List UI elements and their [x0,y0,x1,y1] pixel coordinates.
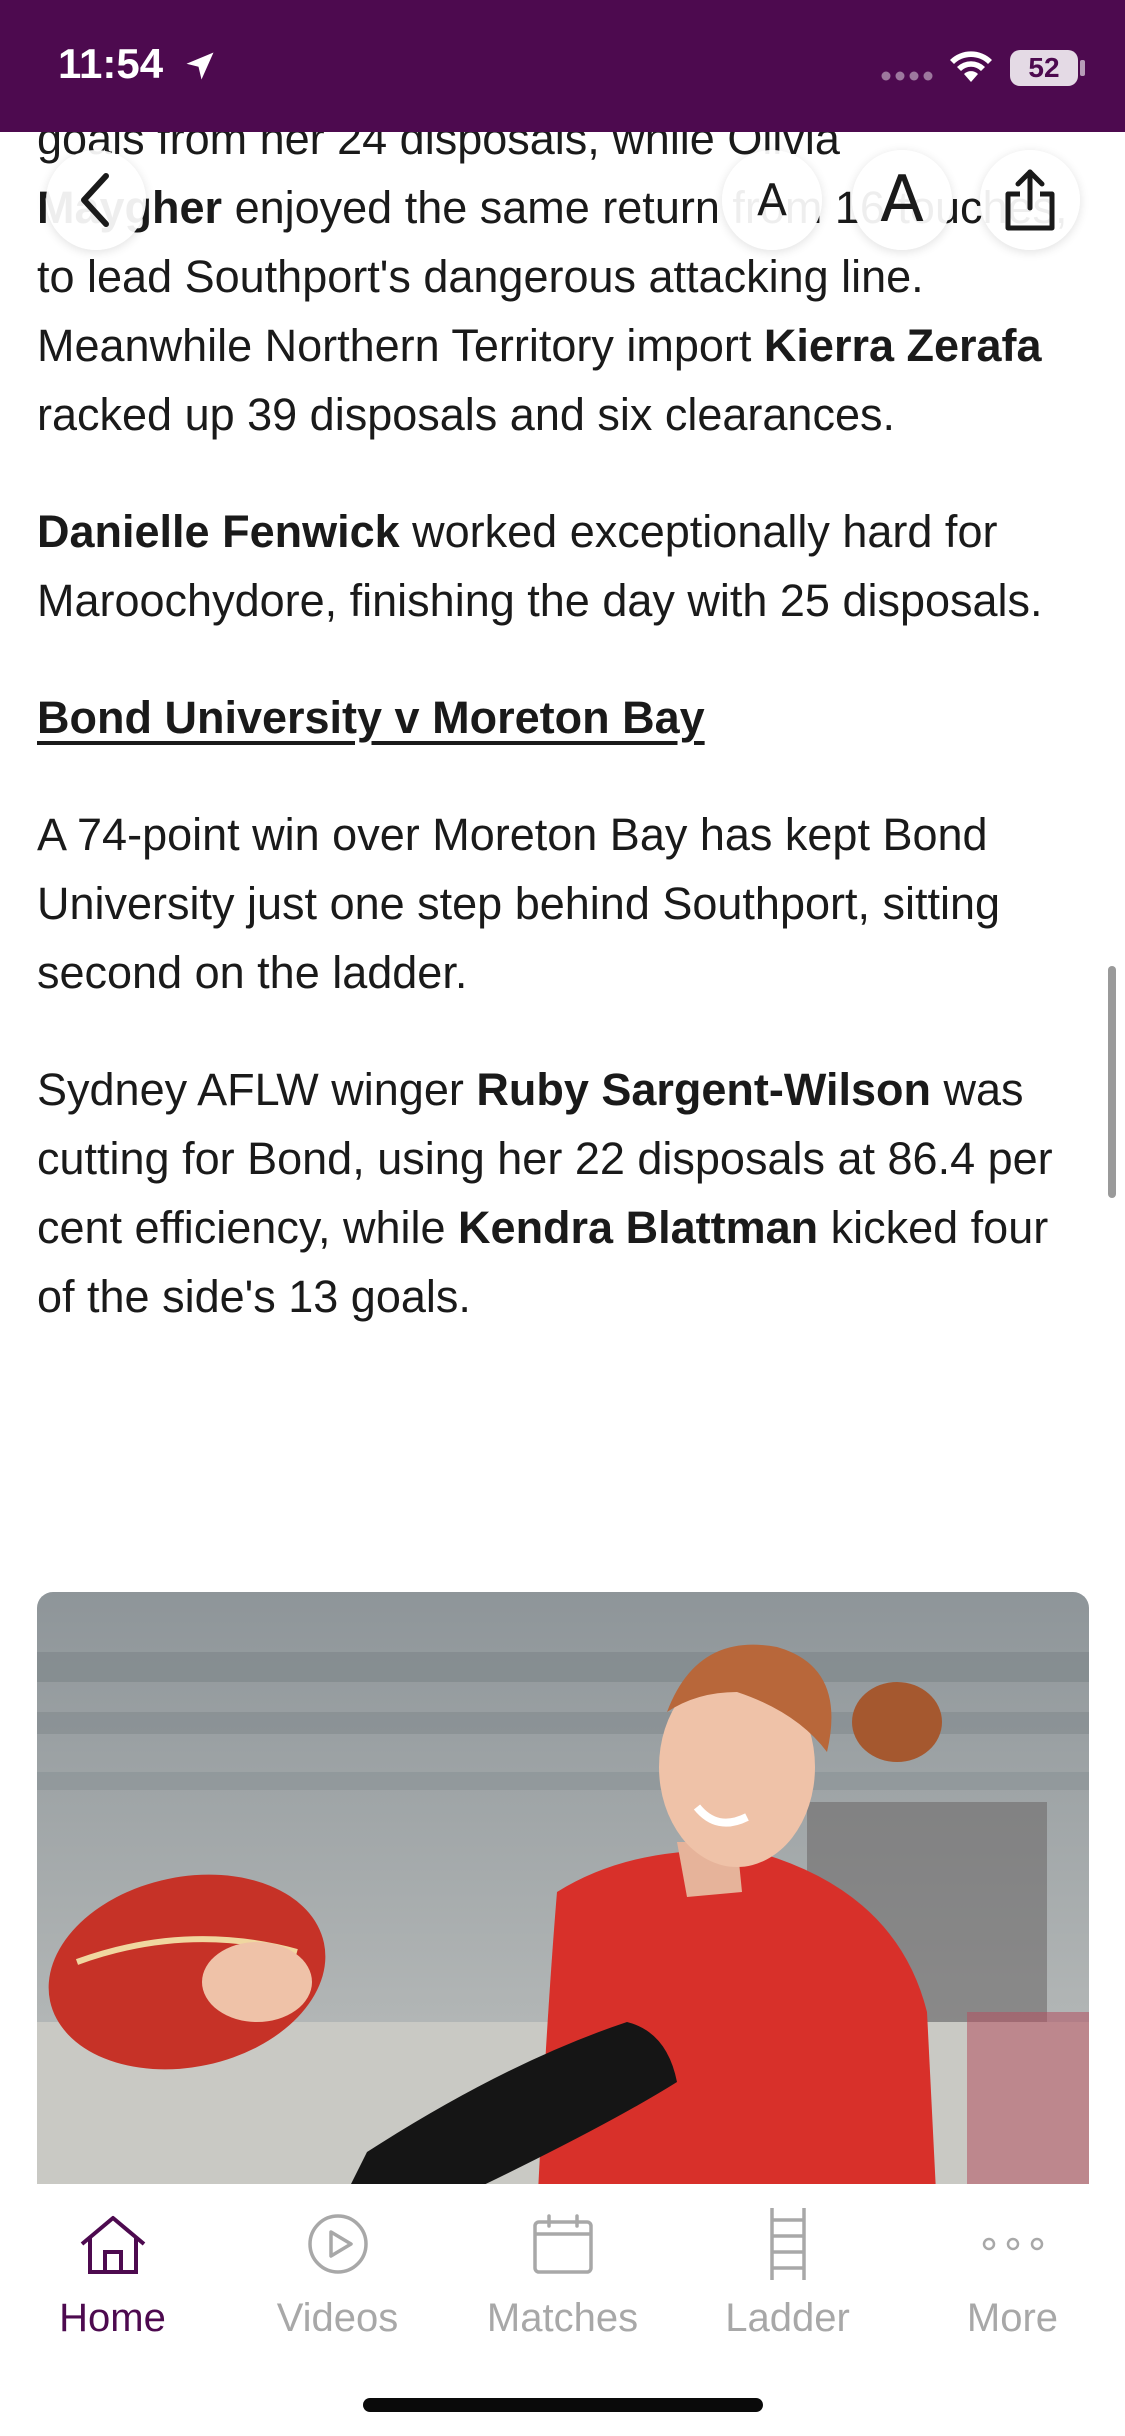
paragraph-text: Sydney AFLW winger [37,1064,477,1115]
match-subheading[interactable]: Bond University v Moreton Bay [37,683,1087,752]
font-increase-button[interactable]: A [852,150,952,250]
player-name: Danielle Fenwick [37,506,400,557]
article-paragraph: A 74-point win over Moreton Bay has kept… [37,809,1001,998]
home-indicator[interactable] [363,2398,763,2412]
more-icon [982,2237,1043,2251]
tab-matches-label: Matches [486,2296,639,2340]
calendar-icon [532,2214,593,2274]
tab-ladder[interactable]: Ladder [675,2204,900,2354]
share-button[interactable] [980,150,1080,250]
tab-home-label: Home [59,2296,166,2340]
article-paragraph: Danielle Fenwick worked exceptionally ha… [37,497,1087,635]
location-arrow-icon [186,52,214,80]
player-name: Ruby Sargent-Wilson [476,1064,931,1115]
status-bar: 11:54 52 [0,0,1125,132]
article-photo [37,1592,1089,2184]
share-icon [1005,169,1055,231]
player-name: Kendra Blattman [458,1202,819,1253]
play-icon [307,2214,368,2274]
article-body: goals from her 24 disposals, while Olivi… [37,132,1087,1379]
scrollbar[interactable] [1108,966,1116,1198]
tab-more-label: More [966,2296,1059,2340]
font-decrease-button[interactable]: A [722,150,822,250]
paragraph-text: racked up 39 disposals and six clearance… [37,389,895,440]
battery-cap [1080,60,1085,76]
tab-home[interactable]: Home [0,2204,225,2354]
status-time: 11:54 [58,40,164,87]
article-paragraph: Sydney AFLW winger Ruby Sargent-Wilson w… [37,1055,1087,1331]
tab-videos[interactable]: Videos [225,2204,450,2354]
font-small-label: A [756,174,788,226]
player-photo-illustration [37,1592,1089,2184]
paragraph-fragment-top: goals from her 24 disposals, while Olivi… [37,132,840,164]
battery-icon: 52 [1010,50,1078,86]
ladder-icon [769,2208,806,2280]
wifi-icon [950,51,992,82]
tab-matches[interactable]: Matches [450,2204,675,2354]
signal-icon [881,71,933,81]
tab-videos-label: Videos [276,2296,399,2340]
tab-ladder-label: Ladder [725,2296,850,2340]
battery-level: 52 [1028,52,1060,83]
back-button[interactable] [46,150,146,250]
tab-more[interactable]: More [900,2204,1125,2354]
chevron-left-icon [81,173,109,227]
font-large-label: A [880,163,924,237]
player-name: Kierra Zerafa [763,320,1042,371]
article-content[interactable]: goals from her 24 disposals, while Olivi… [0,132,1125,2184]
home-icon [80,2216,145,2274]
